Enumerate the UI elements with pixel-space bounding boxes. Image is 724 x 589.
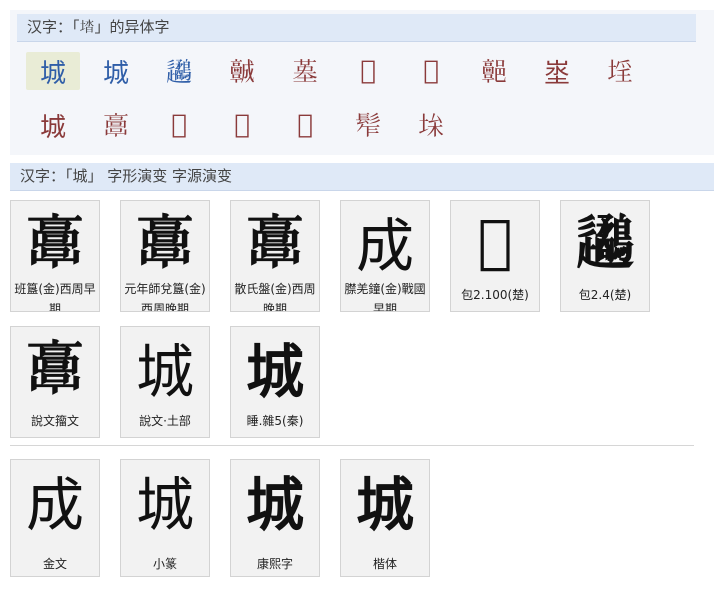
glyph-image: 城 bbox=[355, 471, 414, 539]
variant-item[interactable]: 𡍛 bbox=[593, 52, 647, 90]
variants-row-1: 城 城 𨙧 𩫨 𡎸 𨜬 𡊿 𩫩 埊 𡍛 bbox=[26, 52, 656, 90]
glyph-card[interactable]: 𩫖 班簋(金)西周早期 bbox=[10, 200, 100, 312]
variant-item[interactable]: 𩫨 bbox=[215, 52, 269, 90]
glyph-card[interactable]: 𩫖 說文籀文 bbox=[10, 326, 100, 438]
glyph-card[interactable]: 城 小篆 bbox=[120, 459, 210, 577]
variant-item[interactable]: 𨙧 bbox=[152, 52, 206, 90]
evolution-grid-2: 𩫖 說文籀文 城 說文·土部 城 睡.雜5(秦) bbox=[10, 326, 340, 450]
glyph-image: 城 bbox=[245, 338, 304, 406]
variant-item[interactable]: 城 bbox=[26, 52, 80, 90]
glyph-image: 𡐼 bbox=[477, 207, 513, 275]
glyph-caption: 散氏盤(金)西周晚期 bbox=[234, 282, 316, 312]
glyph-card[interactable]: 城 說文·土部 bbox=[120, 326, 210, 438]
glyph-card[interactable]: 城 康熙字 bbox=[230, 459, 320, 577]
evolution-grid-3: 成 金文 城 小篆 城 康熙字 城 楷体 bbox=[10, 459, 450, 589]
glyph-caption: 小篆 bbox=[152, 557, 177, 571]
variant-item[interactable]: 𨜬 bbox=[341, 52, 395, 90]
glyph-caption: 班簋(金)西周早期 bbox=[14, 282, 96, 312]
glyph-caption: 𦡞羌鐘(金)戰國早期 bbox=[344, 282, 426, 312]
evolution-panel: 汉字：「城」 字形演变 字源演变 𩫖 班簋(金)西周早期 𩫖 元年師兌簋(金)西… bbox=[10, 163, 714, 585]
glyph-card[interactable]: 𨙧 包2.4(楚) bbox=[560, 200, 650, 312]
glyph-caption: 金文 bbox=[42, 557, 67, 571]
glyph-image: 𩫖 bbox=[25, 334, 84, 403]
variant-item[interactable]: 𩫩 bbox=[467, 52, 521, 90]
variant-item[interactable]: 埊 bbox=[530, 52, 584, 90]
glyph-image: 城 bbox=[135, 471, 194, 539]
variant-item[interactable]: 𡎓 bbox=[278, 106, 332, 144]
glyph-card[interactable]: 成 金文 bbox=[10, 459, 100, 577]
glyph-card[interactable]: 城 睡.雜5(秦) bbox=[230, 326, 320, 438]
glyph-caption: 包2.4(楚) bbox=[578, 288, 632, 302]
glyph-card[interactable]: 城 楷体 bbox=[340, 459, 430, 577]
glyph-card[interactable]: 成 𦡞羌鐘(金)戰國早期 bbox=[340, 200, 430, 312]
evolution-grid-1: 𩫖 班簋(金)西周早期 𩫖 元年師兌簋(金)西周晚期 𩫖 散氏盤(金)西周晚期 … bbox=[10, 200, 670, 324]
glyph-image: 成 bbox=[355, 212, 414, 280]
variant-item[interactable]: 𩫖 bbox=[89, 106, 143, 144]
variant-item[interactable]: 𡊿 bbox=[404, 52, 458, 90]
glyph-caption: 說文籀文 bbox=[30, 414, 79, 428]
variant-item[interactable]: 𡋢 bbox=[152, 106, 206, 144]
variant-item[interactable]: 城 bbox=[26, 106, 80, 144]
glyph-image: 城 bbox=[245, 471, 304, 539]
section-divider bbox=[10, 445, 694, 446]
glyph-image: 城 bbox=[135, 338, 194, 406]
glyph-caption: 說文·土部 bbox=[139, 414, 191, 428]
glyph-image: 𨙧 bbox=[575, 208, 634, 277]
variant-item[interactable]: 城 bbox=[89, 52, 143, 90]
glyph-caption: 包2.100(楚) bbox=[461, 288, 529, 302]
glyph-image: 𩫖 bbox=[25, 208, 84, 277]
glyph-caption: 楷体 bbox=[372, 557, 397, 571]
glyph-image: 𩫖 bbox=[135, 208, 194, 277]
glyph-caption: 睡.雜5(秦) bbox=[246, 414, 304, 428]
variant-item[interactable]: 𡎸 bbox=[278, 52, 332, 90]
glyph-caption: 元年師兌簋(金)西周晚期 bbox=[124, 282, 206, 312]
variants-row-2: 城 𩫖 𡋢 𡏕 𡎓 𩬟 𡋠 bbox=[26, 106, 467, 144]
variants-panel: 汉字：「𡌩」的异体字 城 城 𨙧 𩫨 𡎸 𨜬 𡊿 𩫩 埊 𡍛 城 𩫖 𡋢 𡏕 𡎓… bbox=[10, 10, 714, 155]
glyph-card[interactable]: 𩫖 元年師兌簋(金)西周晚期 bbox=[120, 200, 210, 312]
glyph-caption: 康熙字 bbox=[256, 557, 293, 571]
glyph-card[interactable]: 𡐼 包2.100(楚) bbox=[450, 200, 540, 312]
glyph-card[interactable]: 𩫖 散氏盤(金)西周晚期 bbox=[230, 200, 320, 312]
evolution-header: 汉字：「城」 字形演变 字源演变 bbox=[10, 163, 714, 191]
variants-header: 汉字：「𡌩」的异体字 bbox=[17, 14, 696, 42]
glyph-image: 𩫖 bbox=[245, 208, 304, 277]
variant-item[interactable]: 𩬟 bbox=[341, 106, 395, 144]
variant-item[interactable]: 𡋠 bbox=[404, 106, 458, 144]
variant-item[interactable]: 𡏕 bbox=[215, 106, 269, 144]
glyph-image: 成 bbox=[25, 471, 84, 539]
